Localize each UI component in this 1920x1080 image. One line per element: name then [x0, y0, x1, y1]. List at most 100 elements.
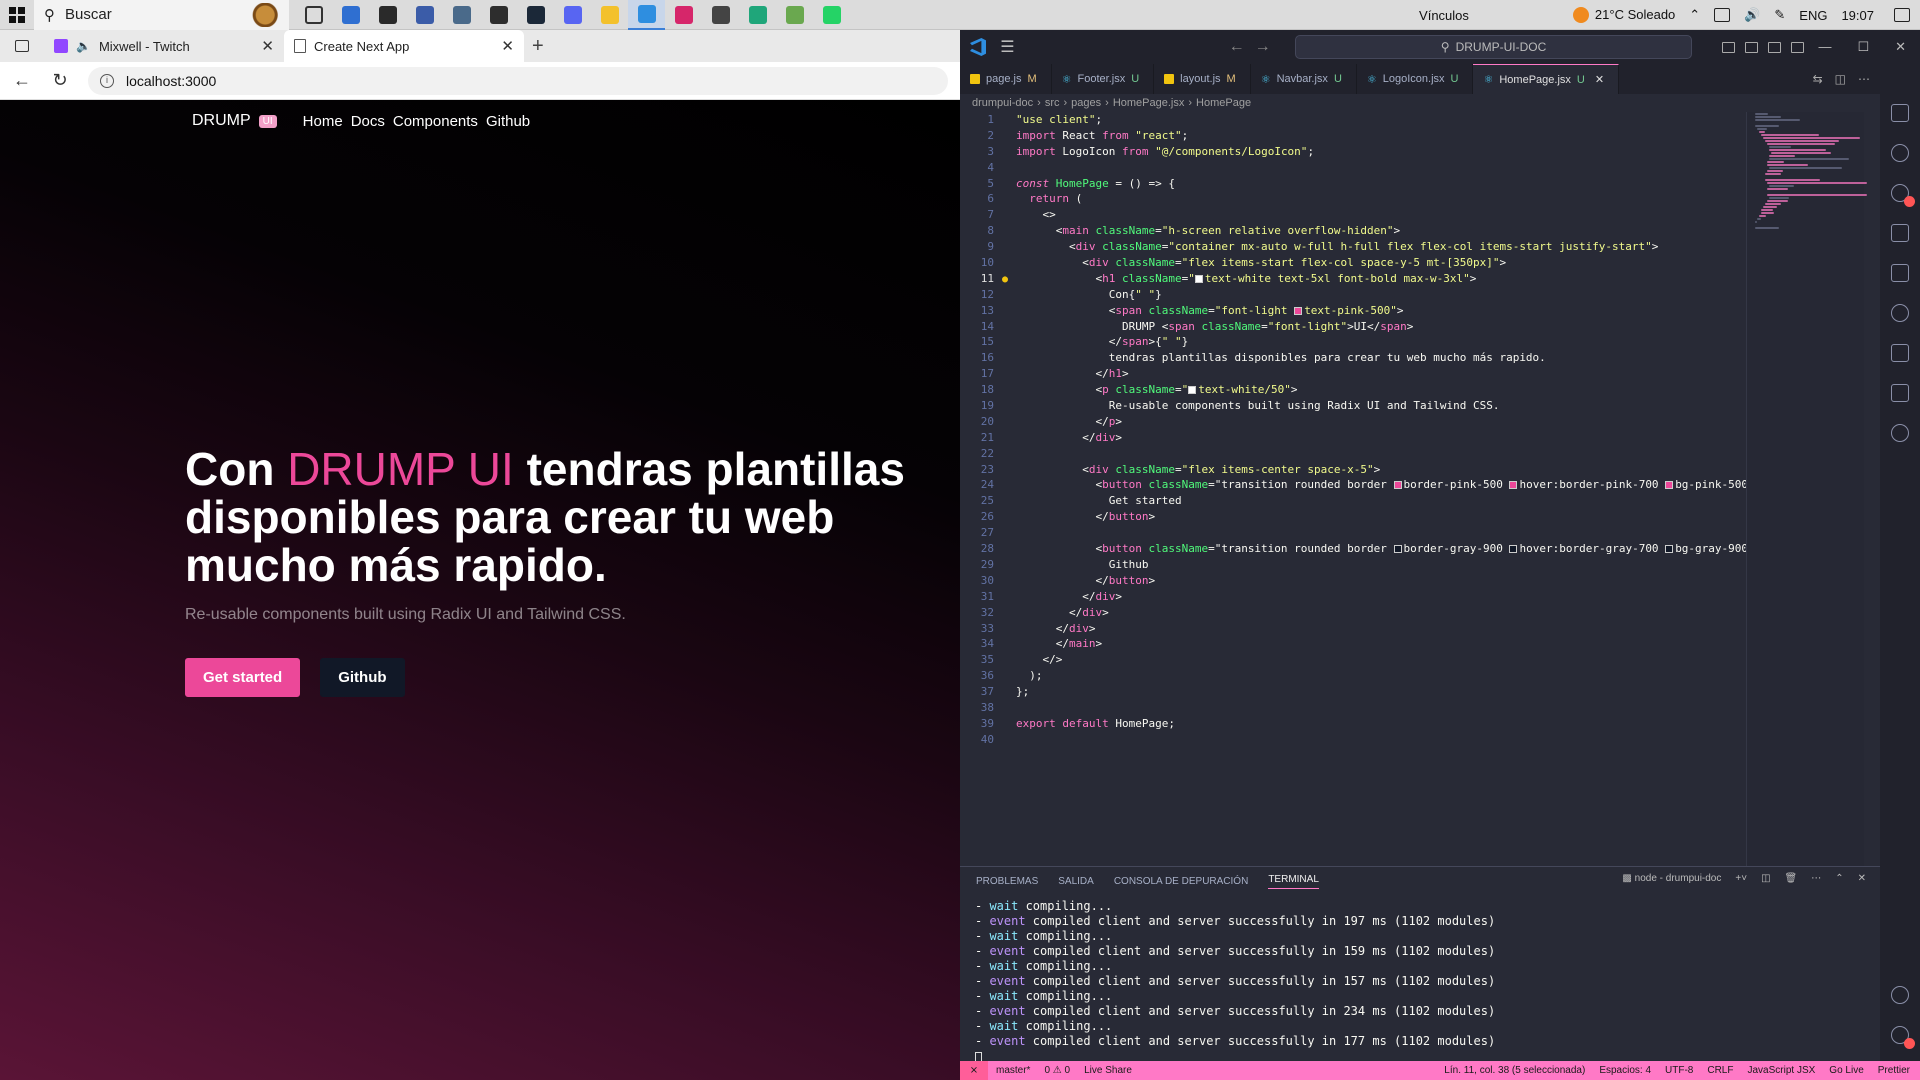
editor-tab[interactable]: ⚛ LogoIcon.jsx U [1357, 64, 1474, 94]
source-control-icon[interactable] [1891, 184, 1915, 207]
taskbar-app-button[interactable] [665, 0, 702, 30]
taskbar-app-button[interactable] [554, 0, 591, 30]
status-item[interactable]: JavaScript JSX [1747, 1065, 1815, 1076]
kill-terminal-icon[interactable]: 🗑 [1785, 873, 1798, 884]
status-item[interactable]: Prettier [1878, 1065, 1910, 1076]
site-info-icon[interactable]: i [100, 73, 114, 88]
taskbar-app-button[interactable] [702, 0, 739, 30]
explorer-icon[interactable] [1891, 104, 1909, 122]
clock[interactable]: 19:07 [1841, 8, 1874, 23]
back-arrow-icon[interactable]: ← [12, 70, 32, 91]
new-terminal-icon[interactable]: +˅ [1735, 873, 1747, 884]
url-input[interactable]: i localhost:3000 [88, 66, 948, 95]
panel-tab[interactable]: PROBLEMAS [976, 876, 1038, 887]
links-label[interactable]: Vínculos [1419, 8, 1469, 23]
status-item[interactable]: master* [996, 1065, 1030, 1076]
history-arrows[interactable]: ←→ [1229, 38, 1281, 56]
breadcrumb-item[interactable]: src [1045, 97, 1060, 109]
terminal-selector[interactable]: ▩ node - drumpui-doc [1622, 873, 1721, 884]
toggle-sidebar-icon[interactable] [1722, 41, 1736, 53]
maximize-icon[interactable]: ☐ [1857, 39, 1869, 55]
github-button[interactable]: Github [320, 658, 405, 697]
lightbulb-icon[interactable]: ● [1002, 274, 1008, 285]
toggle-panel-icon[interactable] [1745, 41, 1759, 53]
command-center[interactable]: ⚲ DRUMP-UI-DOC [1294, 35, 1693, 59]
breadcrumb-item[interactable]: drumpui-doc [972, 97, 1033, 109]
taskbar-app-button[interactable] [776, 0, 813, 30]
editor-tab[interactable]: page.js M [960, 64, 1052, 94]
taskbar-app-button[interactable] [517, 0, 554, 30]
taskbar-app-button[interactable] [332, 0, 369, 30]
status-item[interactable]: Lín. 11, col. 38 (5 seleccionada) [1444, 1065, 1585, 1076]
nav-link-components[interactable]: Components [393, 113, 478, 130]
start-button[interactable] [0, 0, 34, 30]
notifications-icon[interactable] [1894, 8, 1910, 22]
extensions-icon[interactable] [1891, 264, 1909, 282]
close-tab-icon[interactable]: ✕ [1595, 73, 1604, 86]
browser-tab-next-app[interactable]: Create Next App ✕ [284, 30, 524, 62]
browser-tab-twitch[interactable]: 🔈 Mixwell - Twitch ✕ [44, 30, 284, 62]
breadcrumb-item[interactable]: HomePage.jsx [1113, 97, 1185, 109]
speaker-icon[interactable]: 🔈 [76, 39, 91, 53]
pen-icon[interactable]: ✎ [1774, 7, 1785, 23]
account-icon[interactable] [1891, 986, 1909, 1004]
taskbar-app-button[interactable] [813, 0, 850, 30]
weather-widget[interactable]: 21°C Soleado [1572, 7, 1675, 24]
compare-icon[interactable]: ⇆ [1813, 72, 1823, 86]
remote-explorer-icon[interactable] [1891, 304, 1909, 322]
customize-layout-icon[interactable] [1791, 41, 1805, 53]
status-item[interactable]: UTF-8 [1665, 1065, 1693, 1076]
taskbar-app-button[interactable] [369, 0, 406, 30]
breadcrumb-item[interactable]: HomePage [1196, 97, 1251, 109]
minimize-icon[interactable]: — [1818, 39, 1831, 55]
chevron-up-icon[interactable]: ⌃ [1689, 7, 1700, 23]
panel-tab[interactable]: CONSOLA DE DEPURACIÓN [1114, 876, 1248, 887]
taskbar-app-button[interactable] [406, 0, 443, 30]
breadcrumb-item[interactable]: pages [1071, 97, 1101, 109]
nav-link-github[interactable]: Github [486, 113, 530, 130]
editor-tab[interactable]: ⚛ HomePage.jsx U ✕ [1473, 64, 1620, 94]
status-item[interactable]: Live Share [1084, 1065, 1132, 1076]
nav-link-home[interactable]: Home [303, 113, 343, 130]
menu-icon[interactable]: ☰ [1000, 37, 1014, 57]
code-editor[interactable]: 1 "use client"; 2 import React from "react"… [960, 112, 1746, 866]
taskbar-search[interactable]: ⚲ Buscar [34, 0, 289, 30]
taskbar-app-button[interactable] [628, 0, 665, 30]
panel-tab[interactable]: SALIDA [1058, 876, 1094, 887]
status-item[interactable]: 0 ⚠ 0 [1044, 1065, 1070, 1076]
close-icon[interactable]: ✕ [1895, 39, 1906, 55]
more-actions-icon[interactable]: ⋯ [1811, 873, 1821, 884]
maximize-panel-icon[interactable]: ⌃ [1835, 873, 1843, 884]
close-tab-icon[interactable]: ✕ [501, 37, 514, 55]
more-actions-icon[interactable]: ⋯ [1858, 72, 1870, 86]
minimap[interactable] [1746, 112, 1867, 866]
taskbar-app-button[interactable] [480, 0, 517, 30]
new-tab-button[interactable]: + [532, 35, 544, 58]
run-debug-icon[interactable] [1891, 224, 1909, 242]
taskbar-app-button[interactable] [739, 0, 776, 30]
search-icon[interactable] [1891, 144, 1909, 162]
database-icon[interactable] [1891, 344, 1909, 362]
network-icon[interactable] [1714, 8, 1731, 22]
editor-tab[interactable]: layout.js M [1154, 64, 1251, 94]
thunder-client-icon[interactable] [1891, 424, 1909, 442]
status-item[interactable]: Espacios: 4 [1599, 1065, 1651, 1076]
toggle-secondary-sidebar-icon[interactable] [1768, 41, 1782, 53]
taskbar-app-button[interactable] [591, 0, 628, 30]
close-panel-icon[interactable]: ✕ [1858, 873, 1866, 884]
taskbar-app-button[interactable] [295, 0, 332, 30]
close-tab-icon[interactable]: ✕ [261, 37, 274, 55]
terminal-output[interactable]: - wait compiling... - event compiled clie… [960, 895, 1880, 1068]
status-item[interactable]: Go Live [1829, 1065, 1863, 1076]
get-started-button[interactable]: Get started [185, 658, 301, 697]
volume-icon[interactable]: 🔊 [1744, 7, 1760, 23]
taskbar-app-button[interactable] [443, 0, 480, 30]
reload-icon[interactable]: ↻ [50, 70, 70, 91]
status-item[interactable]: CRLF [1707, 1065, 1733, 1076]
split-editor-icon[interactable]: ◫ [1835, 72, 1846, 86]
layers-icon[interactable] [1891, 384, 1909, 402]
site-logo[interactable]: DRUMP [192, 112, 251, 130]
settings-gear-icon[interactable] [1891, 1026, 1915, 1049]
panel-tab[interactable]: TERMINAL [1268, 874, 1319, 889]
editor-tab[interactable]: ⚛ Footer.jsx U [1052, 64, 1155, 94]
